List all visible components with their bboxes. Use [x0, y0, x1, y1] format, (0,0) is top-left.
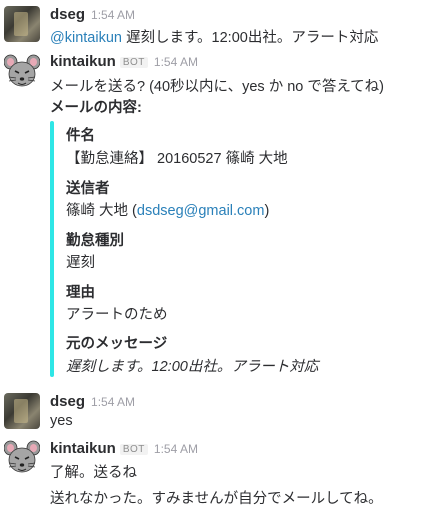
email-link[interactable]: dsdseg@gmail.com: [137, 203, 265, 219]
mention-link[interactable]: @kintaikun: [50, 30, 122, 46]
bot-badge: BOT: [119, 444, 148, 455]
avatar[interactable]: [4, 6, 40, 42]
sender-suffix: ): [264, 203, 270, 219]
field-value-reason: アラートのため: [66, 307, 168, 323]
bot-badge: BOT: [119, 57, 148, 68]
bot-avatar-icon[interactable]: [4, 438, 40, 474]
message-text: yes: [50, 413, 73, 429]
timestamp[interactable]: 1:54 AM: [91, 8, 135, 22]
message-header: dseg 1:54 AM: [50, 393, 135, 410]
username[interactable]: kintaikun: [50, 440, 116, 457]
message-heading: メールの内容:: [50, 100, 142, 116]
message-text: メールを送る? (40秒以内に、yes か no で答えてね): [50, 79, 384, 95]
field-value-type: 遅刻: [66, 255, 95, 271]
message-text: @kintaikun 遅刻します。12:00出社。アラート対応: [50, 26, 378, 47]
timestamp[interactable]: 1:54 AM: [91, 395, 135, 409]
message-text-2: 送れなかった。すみませんが自分でメールしてね。: [50, 491, 383, 507]
field-value-sender: 篠崎 大地 (dsdseg@gmail.com): [66, 199, 269, 220]
username[interactable]: kintaikun: [50, 53, 116, 70]
message-header: kintaikun BOT 1:54 AM: [50, 440, 198, 457]
field-value-subject: 【勤怠連絡】 20160527 篠崎 大地: [66, 151, 288, 167]
username[interactable]: dseg: [50, 393, 85, 410]
field-value-original: 遅刻します。12:00出社。アラート対応: [66, 359, 319, 375]
field-title-original: 元のメッセージ: [66, 336, 168, 352]
field-title-type: 勤怠種別: [66, 233, 124, 249]
message-header: dseg 1:54 AM: [50, 6, 135, 23]
message-body: 遅刻します。12:00出社。アラート対応: [121, 30, 379, 46]
timestamp[interactable]: 1:54 AM: [154, 442, 198, 456]
username[interactable]: dseg: [50, 6, 85, 23]
message-header: kintaikun BOT 1:54 AM: [50, 53, 198, 70]
avatar[interactable]: [4, 393, 40, 429]
field-title-reason: 理由: [66, 285, 95, 301]
bot-avatar-icon[interactable]: [4, 52, 40, 88]
message-text: 了解。送るね: [50, 465, 137, 481]
sender-name: 篠崎 大地 (: [66, 203, 137, 219]
field-title-subject: 件名: [66, 128, 95, 144]
field-title-sender: 送信者: [66, 181, 110, 197]
timestamp[interactable]: 1:54 AM: [154, 55, 198, 69]
attachment-accent-bar: [50, 121, 54, 377]
